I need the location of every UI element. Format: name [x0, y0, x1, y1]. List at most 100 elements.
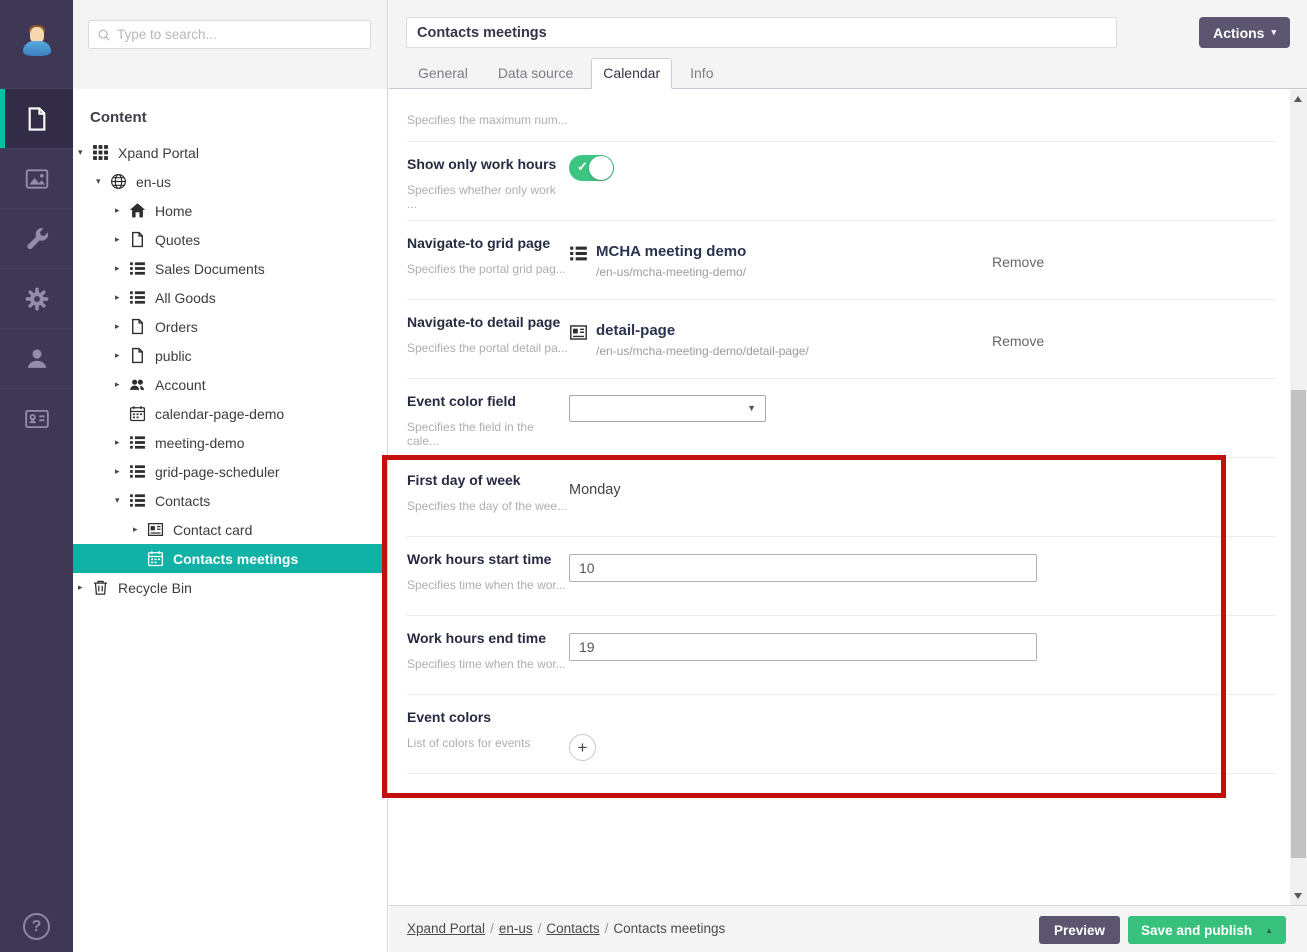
actions-button[interactable]: Actions ▾: [1199, 17, 1290, 48]
field-row-detail-page: Navigate-to detail page Specifies the po…: [407, 300, 1276, 379]
tab-calendar[interactable]: Calendar: [591, 58, 672, 89]
user-avatar[interactable]: [0, 0, 73, 88]
breadcrumb-item[interactable]: Xpand Portal: [407, 921, 485, 936]
plus-icon: +: [578, 738, 588, 757]
calendar-icon: [147, 550, 164, 567]
image-icon: [24, 166, 50, 192]
document-icon: [129, 318, 146, 335]
caret-collapsed-icon[interactable]: ▸: [78, 582, 92, 593]
grid-icon: [92, 144, 109, 161]
caret-collapsed-icon[interactable]: ▸: [115, 321, 129, 332]
search-input[interactable]: [117, 21, 367, 48]
caret-expanded-icon[interactable]: ▾: [115, 495, 129, 506]
chevron-up-icon: ▲: [1265, 926, 1273, 935]
editor-panel: Actions ▾ GeneralData sourceCalendarInfo…: [389, 0, 1307, 952]
first-day-value: Monday: [569, 482, 992, 498]
tree-item-orders[interactable]: ▸ Orders: [73, 312, 387, 341]
field-help: Specifies whether only work ...: [407, 183, 569, 211]
field-row-show-work-hours: Show only work hours Specifies whether o…: [407, 142, 1276, 221]
tree-item-contacts[interactable]: ▾Contacts: [73, 486, 387, 515]
rail-item-media[interactable]: [0, 148, 73, 208]
question-icon: ?: [23, 913, 50, 940]
rail-item-members[interactable]: [0, 388, 73, 448]
chevron-down-icon: ▾: [1271, 27, 1276, 38]
save-and-publish-button[interactable]: Save and publish ▲: [1128, 916, 1286, 944]
scroll-down-arrow-icon[interactable]: [1294, 893, 1302, 899]
add-event-color-button[interactable]: +: [569, 734, 596, 761]
field-row-first-day: First day of week Specifies the day of t…: [407, 458, 1276, 537]
tree-item-label: Quotes: [155, 232, 200, 248]
list-icon: [129, 260, 146, 277]
rail-item-content[interactable]: [0, 88, 73, 148]
show-only-work-hours-toggle[interactable]: ✓: [569, 155, 614, 181]
tree-item-xpand-portal[interactable]: ▾ Xpand Portal: [73, 138, 387, 167]
tree-item-calendar-page-demo[interactable]: calendar-page-demo: [73, 399, 387, 428]
scrollbar-thumb[interactable]: [1291, 390, 1306, 858]
tab-data-source[interactable]: Data source: [486, 58, 585, 89]
caret-collapsed-icon[interactable]: ▸: [133, 524, 147, 535]
caret-collapsed-icon[interactable]: ▸: [115, 350, 129, 361]
tree-item-all-goods[interactable]: ▸All Goods: [73, 283, 387, 312]
rail-item-users[interactable]: [0, 328, 73, 388]
tree-item-public[interactable]: ▸public: [73, 341, 387, 370]
caret-collapsed-icon[interactable]: ▸: [115, 466, 129, 477]
content-name-input[interactable]: [406, 17, 1117, 48]
app-window: ? Content ▾Xpand Portal▾en-us▸Home▸Quote…: [0, 0, 1307, 952]
picked-detail-page[interactable]: detail-page /en-us/mcha-meeting-demo/det…: [569, 321, 992, 358]
list-icon: [129, 463, 146, 480]
picked-grid-page[interactable]: MCHA meeting demo /en-us/mcha-meeting-de…: [569, 242, 992, 279]
vertical-scrollbar[interactable]: [1290, 90, 1307, 905]
tab-bar: GeneralData sourceCalendarInfo: [406, 58, 731, 89]
tree-item-contacts-meetings[interactable]: Contacts meetings: [73, 544, 387, 573]
field-row-event-color-field: Event color field Specifies the field in…: [407, 379, 1276, 458]
list-icon: [569, 244, 588, 263]
tree-item-label: Orders: [155, 319, 198, 335]
caret-expanded-icon[interactable]: ▾: [78, 147, 92, 158]
caret-collapsed-icon[interactable]: ▸: [115, 379, 129, 390]
editor-header: Actions ▾ GeneralData sourceCalendarInfo: [389, 0, 1307, 89]
caret-collapsed-icon[interactable]: ▸: [115, 205, 129, 216]
tab-general[interactable]: General: [406, 58, 480, 89]
field-label: Show only work hours: [407, 155, 569, 173]
work-hours-end-input[interactable]: [569, 633, 1037, 661]
work-hours-start-input[interactable]: [569, 554, 1037, 582]
rail-item-settings[interactable]: [0, 208, 73, 268]
event-color-field-select[interactable]: ▼: [569, 395, 766, 422]
remove-grid-page-link[interactable]: Remove: [992, 254, 1044, 270]
users-icon: [129, 376, 146, 393]
globe-icon: [110, 173, 127, 190]
tree-item-account[interactable]: ▸Account: [73, 370, 387, 399]
breadcrumb-separator: /: [605, 921, 609, 936]
caret-collapsed-icon[interactable]: ▸: [115, 234, 129, 245]
remove-detail-page-link[interactable]: Remove: [992, 333, 1044, 349]
tree-item-recycle-bin[interactable]: ▸Recycle Bin: [73, 573, 387, 602]
gear-icon: [24, 286, 50, 312]
caret-collapsed-icon[interactable]: ▸: [115, 292, 129, 303]
check-icon: ✓: [577, 159, 588, 175]
breadcrumb-item[interactable]: Contacts: [546, 921, 599, 936]
tree-item-quotes[interactable]: ▸ Quotes: [73, 225, 387, 254]
tree-item-en-us[interactable]: ▾en-us: [73, 167, 387, 196]
scroll-up-arrow-icon[interactable]: [1294, 96, 1302, 102]
tree-item-grid-page-scheduler[interactable]: ▸grid-page-scheduler: [73, 457, 387, 486]
tab-info[interactable]: Info: [678, 58, 725, 89]
caret-expanded-icon[interactable]: ▾: [96, 176, 110, 187]
field-help: Specifies time when the wor...: [407, 657, 569, 671]
tree-item-meeting-demo[interactable]: ▸meeting-demo: [73, 428, 387, 457]
caret-collapsed-icon[interactable]: ▸: [115, 263, 129, 274]
picked-page-title: detail-page: [596, 321, 809, 340]
field-row-max-events: Specifies the maximum num...: [407, 90, 1276, 142]
tree-item-label: Xpand Portal: [118, 145, 199, 161]
caret-collapsed-icon[interactable]: ▸: [115, 437, 129, 448]
help-button[interactable]: ?: [0, 913, 73, 940]
preview-button[interactable]: Preview: [1039, 916, 1120, 944]
breadcrumb-item[interactable]: en-us: [499, 921, 533, 936]
rail-item-packages[interactable]: [0, 268, 73, 328]
tree-item-contact-card[interactable]: ▸Contact card: [73, 515, 387, 544]
tree-item-sales-documents[interactable]: ▸Sales Documents: [73, 254, 387, 283]
calendar-icon: [129, 405, 146, 422]
field-help: Specifies the portal grid pag...: [407, 262, 569, 276]
field-help: List of colors for events: [407, 736, 569, 750]
tree-item-label: Contacts meetings: [173, 551, 298, 567]
tree-item-home[interactable]: ▸Home: [73, 196, 387, 225]
